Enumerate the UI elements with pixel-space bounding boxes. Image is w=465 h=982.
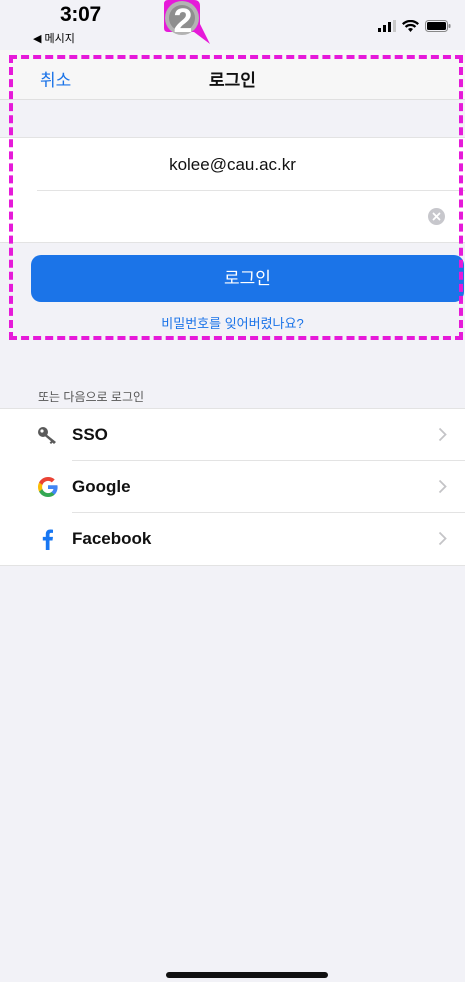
status-bar: 3:07 ◀ 메시지 2 <box>0 0 465 48</box>
home-indicator[interactable] <box>166 972 328 978</box>
list-item-sso[interactable]: SSO <box>0 409 465 461</box>
back-to-app-link[interactable]: ◀ 메시지 <box>33 30 75 46</box>
battery-icon <box>425 20 451 32</box>
list-item-label: Google <box>72 477 131 496</box>
login-form: kolee@cau.ac.kr <box>0 137 465 243</box>
email-value: kolee@cau.ac.kr <box>169 155 296 174</box>
key-icon <box>38 427 56 444</box>
step-badge: 2 <box>150 0 210 48</box>
list-item-google[interactable]: Google <box>0 461 465 513</box>
email-field[interactable]: kolee@cau.ac.kr <box>37 138 465 191</box>
status-icons <box>378 20 451 32</box>
signal-icon <box>378 20 396 32</box>
status-time: 3:07 <box>60 3 101 26</box>
wifi-icon <box>402 20 419 32</box>
navigation-bar: 취소 로그인 <box>0 50 465 100</box>
login-button[interactable]: 로그인 <box>31 255 464 302</box>
list-item-facebook[interactable]: Facebook <box>0 513 465 565</box>
list-item-label: Facebook <box>72 529 152 548</box>
forgot-password-link[interactable]: 비밀번호를 잊어버렸나요? <box>0 313 465 332</box>
facebook-icon <box>42 529 53 550</box>
page-title: 로그인 <box>209 71 256 90</box>
chevron-right-icon <box>438 531 447 546</box>
password-field[interactable] <box>37 191 465 243</box>
chevron-right-icon <box>438 427 447 442</box>
chevron-right-icon <box>438 479 447 494</box>
alt-login-header: 또는 다음으로 로그인 <box>38 390 145 404</box>
list-item-label: SSO <box>72 425 108 444</box>
google-icon <box>38 477 58 497</box>
clear-icon[interactable] <box>428 208 445 225</box>
alt-login-list: SSO Google Facebook <box>0 408 465 566</box>
step-number: 2 <box>173 2 193 40</box>
